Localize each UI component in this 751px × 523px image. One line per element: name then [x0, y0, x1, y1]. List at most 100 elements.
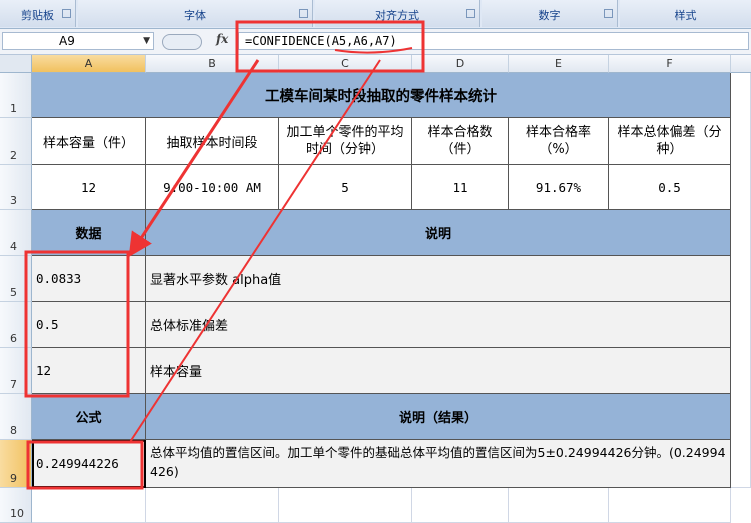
row-number: 6: [10, 332, 17, 345]
row-header-10[interactable]: 10: [0, 488, 32, 523]
column-header-c[interactable]: C: [279, 55, 412, 73]
row-header-3[interactable]: 3: [0, 165, 32, 210]
ribbon-group-styles[interactable]: 样式: [620, 0, 751, 27]
dialog-launcher-icon[interactable]: [62, 9, 71, 18]
formula-tools: fx: [162, 32, 236, 50]
result-header: 说明（结果）: [398, 411, 477, 426]
row-number: 8: [10, 424, 17, 437]
row-header-9[interactable]: 9: [0, 440, 32, 488]
name-box[interactable]: A9 ▼: [2, 32, 154, 50]
row-header-4[interactable]: 4: [0, 210, 32, 256]
cell-f10[interactable]: [609, 488, 731, 523]
ribbon-group-alignment[interactable]: 对齐方式: [315, 0, 480, 27]
row-header-1[interactable]: 1: [0, 73, 32, 118]
row-header-5[interactable]: 5: [0, 256, 32, 302]
column-header-f[interactable]: F: [609, 55, 731, 73]
header-avg-time: 加工单个零件的平均时间（分钟）: [286, 125, 404, 157]
result-value: 0.249944226: [36, 456, 119, 471]
cell-b3[interactable]: 9:00-10:00 AM: [146, 165, 279, 210]
column-header-g[interactable]: [731, 55, 751, 73]
data-value-stddev: 0.5: [36, 317, 59, 332]
column-header-b[interactable]: B: [146, 55, 279, 73]
formula-bar: A9 ▼ fx =CONFIDENCE(A5,A6,A7): [0, 29, 751, 55]
cell-e2[interactable]: 样本合格率（%）: [509, 118, 609, 165]
data-header: 数据: [75, 227, 102, 242]
data-desc-size: 样本容量: [150, 365, 203, 380]
cell-a6[interactable]: 0.5: [32, 302, 146, 348]
cell-e3[interactable]: 91.67%: [509, 165, 609, 210]
cell-a8[interactable]: 公式: [32, 394, 146, 440]
formula-input[interactable]: =CONFIDENCE(A5,A6,A7): [238, 32, 749, 50]
cell-c10[interactable]: [279, 488, 412, 523]
formula-bar-grip[interactable]: [162, 34, 202, 50]
header-pass-rate: 样本合格率（%）: [525, 125, 591, 157]
cell-b7[interactable]: 样本容量: [146, 348, 731, 394]
data-value-alpha: 0.0833: [36, 271, 82, 286]
cell-b5[interactable]: 显著水平参数 alpha值: [146, 256, 731, 302]
cell-e10[interactable]: [509, 488, 609, 523]
value-pass-count: 11: [452, 179, 468, 195]
name-box-value: A9: [59, 34, 75, 48]
row-number: 2: [10, 149, 17, 162]
cell-b10[interactable]: [146, 488, 279, 523]
column-header-d[interactable]: D: [412, 55, 509, 73]
header-std-dev: 样本总体偏差（分种）: [617, 125, 722, 157]
cell-a5[interactable]: 0.0833: [32, 256, 146, 302]
cell-f2[interactable]: 样本总体偏差（分种）: [609, 118, 731, 165]
cell-a3[interactable]: 12: [32, 165, 146, 210]
row-header-2[interactable]: 2: [0, 118, 32, 165]
cell-a4[interactable]: 数据: [32, 210, 146, 256]
cell-a10[interactable]: [32, 488, 146, 523]
value-avg-time: 5: [341, 179, 349, 195]
insert-function-icon[interactable]: fx: [216, 32, 228, 46]
value-std-dev: 0.5: [658, 179, 681, 195]
table-title: 工模车间某时段抽取的零件样本统计: [265, 88, 497, 105]
cell-c3[interactable]: 5: [279, 165, 412, 210]
data-desc-stddev: 总体标准偏差: [150, 319, 229, 334]
data-desc-alpha: 显著水平参数 alpha值: [150, 273, 282, 288]
row-number: 1: [10, 102, 17, 115]
cell-b6[interactable]: 总体标准偏差: [146, 302, 731, 348]
row-header-8[interactable]: 8: [0, 394, 32, 440]
empty-cells[interactable]: [731, 73, 751, 488]
cell-a2[interactable]: 样本容量（件）: [32, 118, 146, 165]
row-header-6[interactable]: 6: [0, 302, 32, 348]
desc-header: 说明: [424, 227, 451, 242]
cell-b9[interactable]: 总体平均值的置信区间。加工单个零件的基础总体平均值的置信区间为5±0.24994…: [146, 440, 731, 488]
ribbon-group-label: 样式: [674, 9, 697, 22]
dialog-launcher-icon[interactable]: [604, 9, 613, 18]
select-all-corner[interactable]: [0, 55, 32, 73]
data-value-size: 12: [36, 363, 52, 378]
ribbon-group-number[interactable]: 数字: [482, 0, 618, 27]
cell-c2[interactable]: 加工单个零件的平均时间（分钟）: [279, 118, 412, 165]
column-header-e[interactable]: E: [509, 55, 609, 73]
formula-header: 公式: [75, 411, 102, 426]
dialog-launcher-icon[interactable]: [466, 9, 475, 18]
value-time-range: 9:00-10:00 AM: [163, 179, 261, 195]
ribbon: 剪贴板 字体 对齐方式 数字 样式: [0, 0, 751, 29]
cell-b8[interactable]: 说明（结果）: [146, 394, 731, 440]
table-title-cell[interactable]: 工模车间某时段抽取的零件样本统计: [32, 73, 731, 118]
row-number: 5: [10, 286, 17, 299]
chevron-down-icon[interactable]: ▼: [143, 33, 150, 49]
ribbon-group-font[interactable]: 字体: [78, 0, 313, 27]
ribbon-group-label: 对齐方式: [375, 9, 419, 22]
cell-a9-selected[interactable]: 0.249944226: [32, 440, 146, 488]
header-pass-count: 样本合格数（件）: [427, 125, 493, 157]
cell-a7[interactable]: 12: [32, 348, 146, 394]
row-header-7[interactable]: 7: [0, 348, 32, 394]
cell-d3[interactable]: 11: [412, 165, 509, 210]
column-header-a[interactable]: A: [32, 55, 146, 73]
cell-f3[interactable]: 0.5: [609, 165, 731, 210]
ribbon-group-label: 数字: [538, 9, 561, 22]
row-number: 7: [10, 378, 17, 391]
cell-b4[interactable]: 说明: [146, 210, 731, 256]
dialog-launcher-icon[interactable]: [299, 9, 308, 18]
header-time-range: 抽取样本时间段: [166, 135, 258, 151]
cell-d10[interactable]: [412, 488, 509, 523]
cell-b2[interactable]: 抽取样本时间段: [146, 118, 279, 165]
header-sample-size: 样本容量（件）: [42, 135, 134, 151]
ribbon-group-clipboard[interactable]: 剪贴板: [0, 0, 76, 27]
cell-d2[interactable]: 样本合格数（件）: [412, 118, 509, 165]
ribbon-group-label: 字体: [184, 9, 206, 22]
